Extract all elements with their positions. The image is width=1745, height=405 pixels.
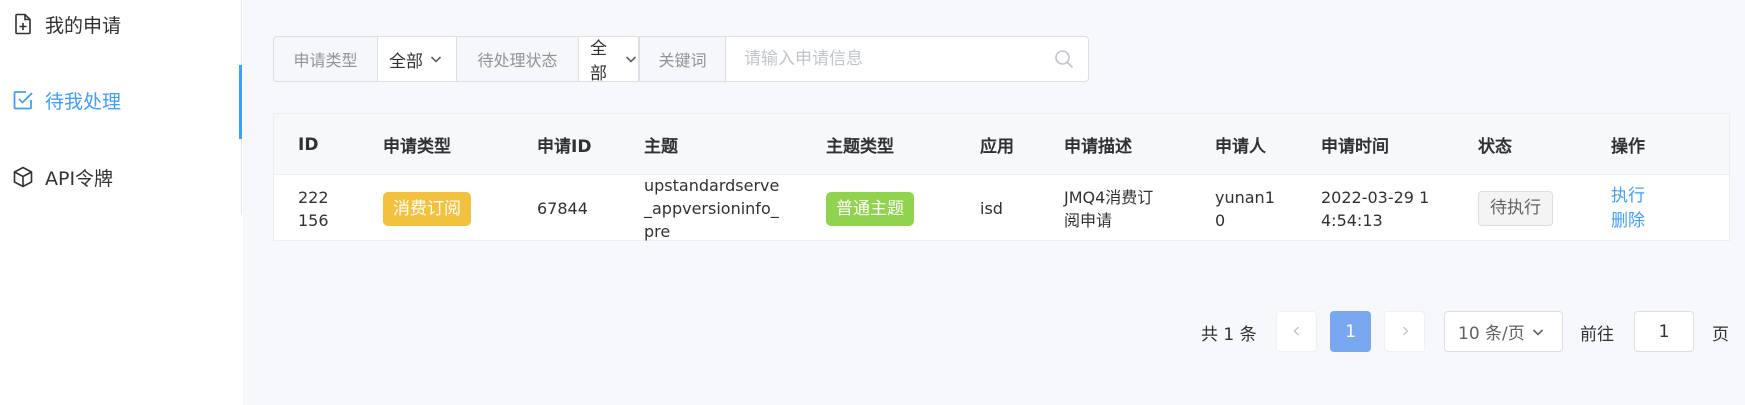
- chevron-left-icon: [1291, 322, 1303, 342]
- header-applicant: 申请人: [1215, 137, 1266, 157]
- sidebar-item-my-applications[interactable]: 我的申请: [0, 4, 243, 44]
- pending-status-label: 待处理状态: [457, 36, 579, 82]
- page-size-select[interactable]: 10 条/页: [1444, 311, 1563, 352]
- cell-topic: upstandardserve_appversioninfo_pre: [644, 176, 780, 241]
- header-id: ID: [298, 134, 319, 155]
- table-row: 222156 消费订阅 67844 upstandardserve_appver…: [274, 176, 1729, 241]
- goto-page-input[interactable]: [1634, 311, 1694, 352]
- search-icon[interactable]: [1054, 49, 1074, 73]
- chevron-down-icon: [429, 52, 443, 66]
- sidebar-item-pending[interactable]: 待我处理: [0, 80, 243, 120]
- keyword-label: 关键词: [639, 36, 726, 82]
- cell-app: isd: [980, 199, 1003, 218]
- header-apply-id: 申请ID: [537, 137, 592, 157]
- prev-page-button[interactable]: [1276, 311, 1317, 352]
- apply-type-tag: 消费订阅: [383, 191, 471, 226]
- pending-status-select[interactable]: 全部: [579, 36, 639, 82]
- status-badge: 待执行: [1478, 191, 1553, 226]
- cell-description: JMQ4消费订阅申请: [1064, 187, 1154, 230]
- table-header: ID 申请类型 申请ID 主题 主题类型 应用 申请描述 申请人 申请时间 状态…: [274, 114, 1729, 175]
- filter-bar: 申请类型 全部 待处理状态 全部 关键词: [273, 36, 1089, 82]
- cube-icon: [10, 164, 36, 190]
- cell-apply-time: 2022-03-29 14:54:13: [1321, 187, 1430, 230]
- cell-status: 待执行: [1478, 176, 1553, 241]
- pending-status-value: 全部: [590, 39, 607, 82]
- header-topic: 主题: [644, 137, 678, 157]
- pagination-total: 共 1 条: [1201, 325, 1257, 345]
- next-page-button[interactable]: [1384, 311, 1425, 352]
- sidebar-active-indicator: [239, 65, 242, 139]
- keyword-input-wrapper: [726, 36, 1089, 82]
- header-topic-type: 主题类型: [826, 137, 894, 157]
- chevron-down-icon: [624, 52, 638, 66]
- sidebar-item-api-token[interactable]: API令牌: [0, 157, 243, 197]
- goto-label: 前往: [1580, 325, 1614, 345]
- topic-type-tag: 普通主题: [826, 191, 914, 226]
- applications-table: ID 申请类型 申请ID 主题 主题类型 应用 申请描述 申请人 申请时间 状态…: [273, 113, 1730, 241]
- header-actions: 操作: [1611, 137, 1645, 157]
- page-suffix-label: 页: [1712, 325, 1729, 345]
- apply-type-label: 申请类型: [273, 36, 378, 82]
- header-status: 状态: [1478, 137, 1512, 157]
- sidebar-item-label: 我的申请: [45, 14, 122, 37]
- sidebar: 我的申请 待我处理 API令牌: [0, 0, 243, 405]
- header-apply-type: 申请类型: [383, 137, 451, 157]
- sidebar-item-label: 待我处理: [45, 90, 122, 113]
- header-apply-time: 申请时间: [1321, 137, 1389, 157]
- keyword-input[interactable]: [744, 49, 1044, 69]
- cell-topic-type: 普通主题: [826, 176, 914, 241]
- apply-type-select[interactable]: 全部: [378, 36, 457, 82]
- cell-id: 222156: [298, 187, 329, 230]
- cell-actions: 执行 删除: [1611, 176, 1645, 241]
- file-add-icon: [10, 11, 36, 37]
- checkbox-icon: [10, 87, 36, 113]
- page-size-value: 10 条/页: [1458, 324, 1525, 344]
- apply-type-value: 全部: [389, 51, 423, 72]
- cell-apply-id: 67844: [537, 199, 588, 218]
- header-app: 应用: [980, 137, 1014, 157]
- header-description: 申请描述: [1064, 137, 1132, 157]
- chevron-down-icon: [1531, 325, 1545, 339]
- delete-link[interactable]: 删除: [1611, 209, 1645, 234]
- page-number-current[interactable]: 1: [1330, 311, 1371, 352]
- cell-applicant: yunan10: [1215, 187, 1275, 230]
- chevron-right-icon: [1399, 322, 1411, 342]
- execute-link[interactable]: 执行: [1611, 184, 1645, 209]
- sidebar-item-label: API令牌: [45, 167, 114, 190]
- cell-apply-type: 消费订阅: [383, 176, 471, 241]
